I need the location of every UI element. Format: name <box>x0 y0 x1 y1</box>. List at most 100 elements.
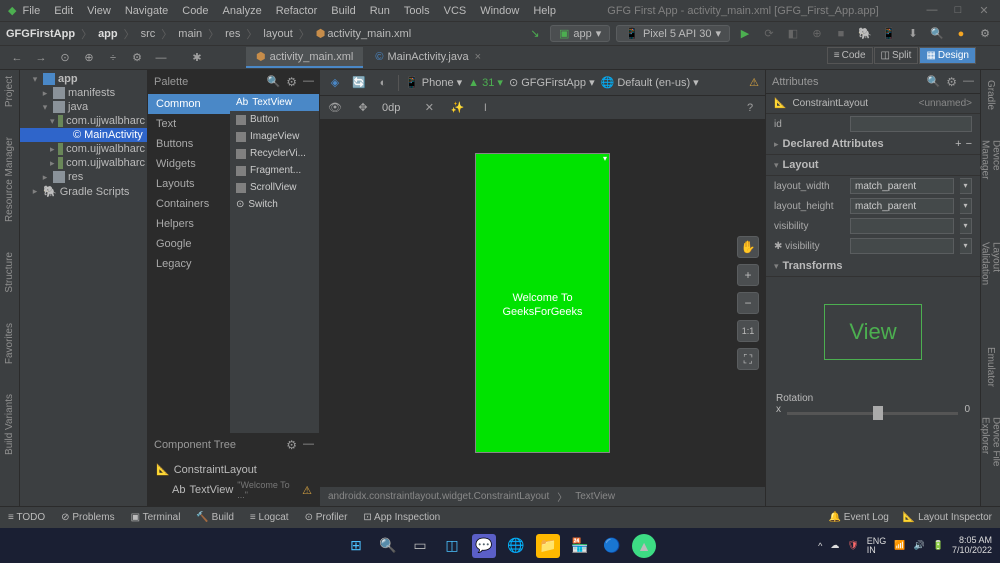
design-preview[interactable]: ▾ Welcome To GeeksForGeeks <box>475 153 610 453</box>
avd-icon[interactable]: 📱 <box>880 25 898 43</box>
comptree-hide-icon[interactable]: — <box>303 438 314 452</box>
palette-search-icon[interactable]: 🔍 <box>267 75 281 89</box>
night-mode-icon[interactable]: ◐ <box>374 74 392 92</box>
tab-activity-main[interactable]: ⬢activity_main.xml <box>246 47 363 68</box>
palette-cat-layouts[interactable]: Layouts <box>148 174 230 194</box>
run-button[interactable]: ▶ <box>736 25 754 43</box>
mode-code[interactable]: ≡ Code <box>827 47 873 64</box>
palette-cat-helpers[interactable]: Helpers <box>148 214 230 234</box>
tray-volume-icon[interactable]: 🔊 <box>914 540 925 551</box>
menu-window[interactable]: Window <box>474 3 525 19</box>
clear-constraints-icon[interactable]: ✕ <box>420 99 438 117</box>
crumb-layout[interactable]: layout <box>263 28 292 40</box>
tray-chevron-icon[interactable]: ^ <box>818 541 822 551</box>
attr-layout-section[interactable]: Layout <box>783 159 819 171</box>
attr-height-dropdown[interactable]: ▾ <box>960 198 972 214</box>
tray-date[interactable]: 7/10/2022 <box>952 546 992 556</box>
widget-textview[interactable]: AbTextView <box>230 94 319 111</box>
palette-cat-google[interactable]: Google <box>148 234 230 254</box>
rail-device-file-explorer[interactable]: Device File Explorer <box>980 417 1000 506</box>
tree-manifests[interactable]: ▸manifests <box>20 86 147 100</box>
crumb-res[interactable]: res <box>225 28 240 40</box>
collapse-icon[interactable]: ÷ <box>104 49 122 67</box>
close-tab-icon[interactable]: × <box>475 51 481 63</box>
crumb-file[interactable]: ⬢ <box>316 27 326 40</box>
tb-edge[interactable]: 🌐 <box>504 534 528 558</box>
menu-analyze[interactable]: Analyze <box>217 3 268 19</box>
palette-cat-text[interactable]: Text <box>148 114 230 134</box>
bottab-todo[interactable]: ≡ TODO <box>8 512 45 523</box>
warnings-icon[interactable]: ⚠ <box>749 76 759 89</box>
menu-refactor[interactable]: Refactor <box>270 3 324 19</box>
widget-fragment[interactable]: Fragment... <box>230 162 319 179</box>
device-selector[interactable]: 📱 Pixel 5 API 30 ▾ <box>616 25 730 42</box>
rail-device-manager[interactable]: Device Manager <box>980 140 1000 212</box>
attr-width-dropdown[interactable]: ▾ <box>960 178 972 194</box>
forward-icon[interactable]: → <box>32 49 50 67</box>
widget-imageview[interactable]: ImageView <box>230 128 319 145</box>
bottab-layoutinspector[interactable]: 📐 Layout Inspector <box>903 512 992 523</box>
tb-chrome[interactable]: 🔵 <box>600 534 624 558</box>
expand-icon[interactable]: ⊕ <box>80 49 98 67</box>
widget-button[interactable]: Button <box>230 111 319 128</box>
help-icon[interactable]: ? <box>741 99 759 117</box>
tray-battery-icon[interactable]: 🔋 <box>933 540 944 551</box>
tb-androidstudio[interactable]: ▲ <box>632 534 656 558</box>
palette-hide-icon[interactable]: — <box>303 75 314 89</box>
rail-favorites[interactable]: Favorites <box>4 323 15 364</box>
tree-pkg-1[interactable]: ▾com.ujjwalbharc <box>20 114 147 128</box>
rotation-slider[interactable] <box>787 412 958 415</box>
tree-pkg-2[interactable]: ▸com.ujjwalbharc <box>20 142 147 156</box>
rail-layout-validation[interactable]: Layout Validation <box>980 242 1000 317</box>
palette-cat-widgets[interactable]: Widgets <box>148 154 230 174</box>
attr-declared-section[interactable]: Declared Attributes <box>783 138 884 150</box>
palette-gear-icon[interactable]: ⚙ <box>286 75 297 89</box>
palette-cat-legacy[interactable]: Legacy <box>148 254 230 274</box>
menu-tools[interactable]: Tools <box>398 3 436 19</box>
select-mode-icon[interactable]: 👁 <box>326 99 344 117</box>
api-selector[interactable]: ▲ 31 ▾ <box>468 76 503 89</box>
bottab-appinspection[interactable]: ⊡ App Inspection <box>363 512 440 523</box>
pan-tool-button[interactable]: ✋ <box>737 236 759 258</box>
preview-textview[interactable]: Welcome To GeeksForGeeks <box>476 291 609 320</box>
tree-java[interactable]: ▾java <box>20 100 147 114</box>
palette-cat-buttons[interactable]: Buttons <box>148 134 230 154</box>
menu-edit[interactable]: Edit <box>48 3 79 19</box>
tb-search[interactable]: 🔍 <box>376 534 400 558</box>
footer-crumb-leaf[interactable]: TextView <box>575 491 615 502</box>
rail-build-variants[interactable]: Build Variants <box>4 394 15 455</box>
crumb-main[interactable]: main <box>178 28 202 40</box>
palette-cat-containers[interactable]: Containers <box>148 194 230 214</box>
tb-explorer[interactable]: 📁 <box>536 534 560 558</box>
attr-height-field[interactable]: match_parent <box>850 198 954 214</box>
rail-structure[interactable]: Structure <box>4 252 15 293</box>
profile-button[interactable]: ◧ <box>784 25 802 43</box>
maximize-button[interactable]: □ <box>950 4 966 17</box>
comptree-constraintlayout[interactable]: 📐ConstraintLayout <box>156 461 312 478</box>
zoom-out-button[interactable]: − <box>737 292 759 314</box>
tree-pkg-3[interactable]: ▸com.ujjwalbharc <box>20 156 147 170</box>
tray-wifi-icon[interactable]: 📶 <box>894 540 905 551</box>
attr-visibility2-dropdown[interactable]: ▾ <box>960 238 972 254</box>
guidelines-icon[interactable]: I <box>476 99 494 117</box>
palette-cat-common[interactable]: Common <box>148 94 230 114</box>
attr-add-icon[interactable]: + <box>955 138 961 150</box>
debug-button[interactable]: ⟳ <box>760 25 778 43</box>
crumb-src[interactable]: src <box>141 28 156 40</box>
attr-visibility2-field[interactable] <box>850 238 954 254</box>
rail-gradle[interactable]: Gradle <box>985 80 996 110</box>
crumb-app[interactable]: app <box>98 28 118 40</box>
stop-button[interactable]: ■ <box>832 25 850 43</box>
attr-hide-icon[interactable]: — <box>963 75 974 89</box>
tray-lang[interactable]: ENG IN <box>867 537 887 555</box>
menu-run[interactable]: Run <box>364 3 396 19</box>
zoom-in-button[interactable]: + <box>737 264 759 286</box>
tab-mainactivity[interactable]: ©MainActivity.java× <box>365 47 491 68</box>
menu-build[interactable]: Build <box>325 3 361 19</box>
bottab-problems[interactable]: ⊘ Problems <box>61 512 114 523</box>
footer-crumb-path[interactable]: androidx.constraintlayout.widget.Constra… <box>328 491 549 502</box>
menu-code[interactable]: Code <box>176 3 214 19</box>
close-button[interactable]: ✕ <box>976 4 992 17</box>
hide-icon[interactable]: — <box>152 49 170 67</box>
device-type-selector[interactable]: 📱 Phone ▾ <box>405 76 462 89</box>
